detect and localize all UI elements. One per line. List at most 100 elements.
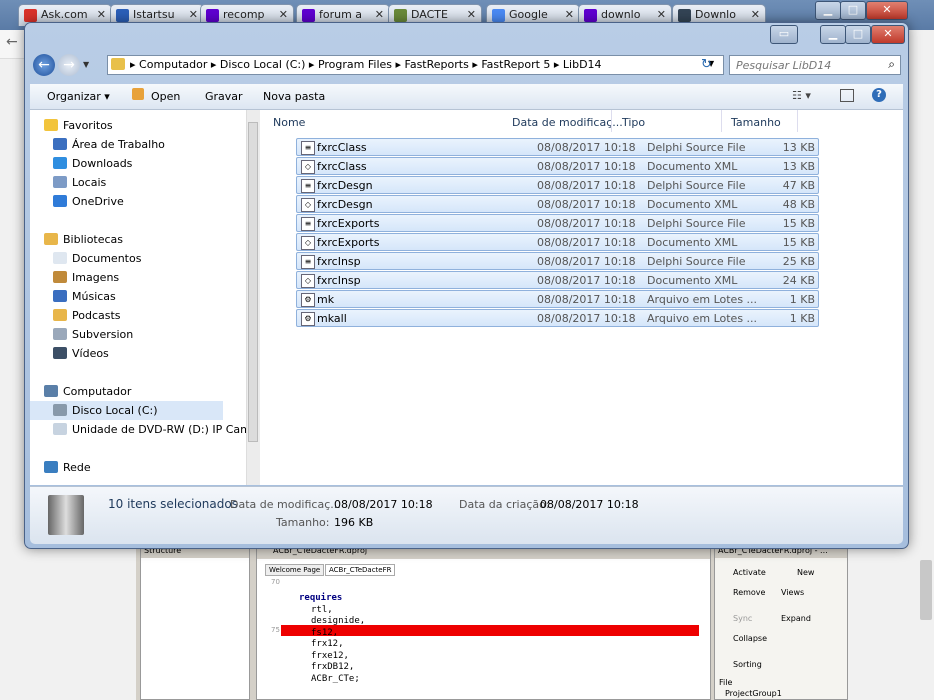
explorer-maximize-button[interactable]: □ bbox=[845, 25, 871, 44]
refresh-icon[interactable]: ↻ bbox=[701, 57, 712, 72]
back-button[interactable]: ← bbox=[33, 54, 55, 76]
browser-maximize-button[interactable]: □ bbox=[840, 1, 866, 20]
file-row[interactable]: ◇ fxrcDesgn 08/08/2017 10:18 Documento XML 4… bbox=[296, 195, 819, 213]
breadcrumb-separator[interactable]: ▸ bbox=[550, 58, 563, 71]
file-row[interactable]: ⚙ mkall 08/08/2017 10:18 Arquivo em Lotes .… bbox=[296, 309, 819, 327]
nav-item-library[interactable]: Podcasts bbox=[53, 306, 121, 325]
nav-item-favorite[interactable]: Downloads bbox=[53, 154, 132, 173]
close-icon[interactable]: ✕ bbox=[467, 8, 476, 21]
expand-button[interactable]: Expand bbox=[781, 614, 811, 623]
browser-minimize-button[interactable]: ▁ bbox=[815, 1, 841, 20]
code-line[interactable]: fs12, bbox=[311, 628, 338, 638]
close-icon[interactable]: ✕ bbox=[565, 8, 574, 21]
organize-button[interactable]: Organizar ▾ bbox=[47, 90, 110, 103]
tab-acbr-ctedactefr[interactable]: ACBr_CTeDacteFR bbox=[325, 564, 396, 576]
code-line[interactable]: frx12, bbox=[311, 639, 344, 649]
new-button[interactable]: New bbox=[797, 568, 814, 577]
column-size[interactable]: Tamanho bbox=[731, 116, 781, 129]
file-row[interactable]: ≡ fxrcClass 08/08/2017 10:18 Delphi Source … bbox=[296, 138, 819, 156]
project-group-item[interactable]: ProjectGroup1 bbox=[725, 689, 782, 698]
views-button[interactable]: Views bbox=[781, 588, 804, 597]
navigation-scrollbar[interactable] bbox=[246, 110, 260, 485]
nav-item-library[interactable]: Músicas bbox=[53, 287, 116, 306]
nav-item-computer[interactable]: Computador bbox=[44, 382, 131, 401]
close-icon[interactable]: ✕ bbox=[279, 8, 288, 21]
code-line[interactable]: requires bbox=[299, 593, 342, 603]
address-bar[interactable]: ▸ Computador ▸ Disco Local (C:) ▸ Progra… bbox=[107, 55, 724, 75]
breadcrumb-separator[interactable]: ▸ bbox=[469, 58, 482, 71]
column-name[interactable]: Nome bbox=[273, 116, 305, 129]
nav-item-library[interactable]: Vídeos bbox=[53, 344, 109, 363]
view-options-icon[interactable]: ☷ ▾ bbox=[792, 89, 811, 102]
breadcrumb-item[interactable]: LibD14 bbox=[563, 58, 602, 71]
file-row[interactable]: ◇ fxrcClass 08/08/2017 10:18 Documento XML 1… bbox=[296, 157, 819, 175]
yahoo-icon bbox=[302, 9, 315, 22]
nav-item-favorite[interactable]: Locais bbox=[53, 173, 106, 192]
explorer-close-button[interactable]: ✕ bbox=[871, 25, 905, 44]
browser-close-button[interactable]: ✕ bbox=[866, 1, 908, 20]
activate-button[interactable]: Activate bbox=[733, 568, 766, 577]
nav-item-favorite[interactable]: OneDrive bbox=[53, 192, 124, 211]
forward-button[interactable]: → bbox=[58, 54, 80, 76]
nav-item-local-disk[interactable]: Disco Local (C:) bbox=[30, 401, 223, 420]
file-row[interactable]: ≡ fxrcExports 08/08/2017 10:18 Delphi Sourc… bbox=[296, 214, 819, 232]
nav-item-network[interactable]: Rede bbox=[44, 458, 91, 477]
tab-welcome-page[interactable]: Welcome Page bbox=[265, 564, 325, 576]
column-type[interactable]: Tipo bbox=[622, 116, 645, 129]
breadcrumb-item[interactable]: FastReport 5 bbox=[481, 58, 550, 71]
collapse-button[interactable]: Collapse bbox=[733, 634, 767, 643]
recent-pages-icon[interactable]: ▼ bbox=[83, 60, 89, 69]
xml-file-icon: ◇ bbox=[301, 274, 315, 288]
file-row[interactable]: ⚙ mk 08/08/2017 10:18 Arquivo em Lotes ... 1… bbox=[296, 290, 819, 308]
column-date[interactable]: Data de modificaç... bbox=[512, 116, 623, 129]
sync-button[interactable]: Sync bbox=[733, 614, 752, 623]
file-row[interactable]: ≡ fxrcInsp 08/08/2017 10:18 Delphi Source F… bbox=[296, 252, 819, 270]
back-icon[interactable]: ← bbox=[6, 34, 18, 50]
nav-item-library[interactable]: Imagens bbox=[53, 268, 119, 287]
breadcrumb-separator[interactable]: ▸ bbox=[305, 58, 318, 71]
burn-button[interactable]: Gravar bbox=[205, 90, 243, 103]
open-button[interactable]: Open bbox=[151, 90, 180, 103]
breadcrumb-separator[interactable]: ▸ bbox=[130, 58, 139, 71]
nav-item-library[interactable]: Documentos bbox=[53, 249, 141, 268]
breadcrumb-item[interactable]: Disco Local (C:) bbox=[220, 58, 306, 71]
code-line[interactable]: rtl, bbox=[311, 605, 333, 615]
breadcrumb-item[interactable]: Program Files bbox=[318, 58, 392, 71]
explorer-minimize-button[interactable]: ▁ bbox=[820, 25, 846, 44]
search-icon[interactable]: ⌕ bbox=[888, 57, 895, 72]
code-line[interactable]: ACBr_CTe; bbox=[311, 674, 360, 684]
navigation-scroll-thumb[interactable] bbox=[248, 122, 258, 442]
file-name: mk bbox=[317, 293, 335, 306]
help-icon[interactable]: ? bbox=[872, 88, 886, 102]
search-input[interactable]: Pesquisar LibD14 ⌕ bbox=[729, 55, 901, 75]
new-folder-button[interactable]: Nova pasta bbox=[263, 90, 325, 103]
close-icon[interactable]: ✕ bbox=[375, 8, 384, 21]
code-line[interactable]: frxe12, bbox=[311, 651, 349, 661]
breadcrumb-separator[interactable]: ▸ bbox=[392, 58, 405, 71]
nav-item-libraries[interactable]: Bibliotecas bbox=[44, 230, 123, 249]
file-row[interactable]: ◇ fxrcInsp 08/08/2017 10:18 Documento XML 24… bbox=[296, 271, 819, 289]
code-line[interactable]: designide, bbox=[311, 616, 365, 626]
nav-item-dvd-drive[interactable]: Unidade de DVD-RW (D:) IP Came bbox=[53, 420, 258, 439]
close-icon[interactable]: ✕ bbox=[189, 8, 198, 21]
nav-item-favorite[interactable]: Área de Trabalho bbox=[53, 135, 165, 154]
preview-pane-icon[interactable] bbox=[840, 89, 854, 102]
close-icon[interactable]: ✕ bbox=[657, 8, 666, 21]
close-icon[interactable]: ✕ bbox=[751, 8, 760, 21]
remove-button[interactable]: Remove bbox=[733, 588, 765, 597]
breadcrumb-separator[interactable]: ▸ bbox=[207, 58, 220, 71]
breadcrumb-item[interactable]: Computador bbox=[139, 58, 207, 71]
nav-item-library[interactable]: Subversion bbox=[53, 325, 133, 344]
file-type: Documento XML bbox=[647, 236, 738, 249]
file-size: 15 KB bbox=[782, 217, 815, 230]
page-scrollbar[interactable] bbox=[920, 560, 932, 620]
explorer-restore-button[interactable]: ▭ bbox=[770, 25, 798, 44]
sorting-button[interactable]: Sorting bbox=[733, 660, 762, 669]
file-row[interactable]: ◇ fxrcExports 08/08/2017 10:18 Documento XM… bbox=[296, 233, 819, 251]
breadcrumb-item[interactable]: FastReports bbox=[405, 58, 469, 71]
file-row[interactable]: ≡ fxrcDesgn 08/08/2017 10:18 Delphi Source … bbox=[296, 176, 819, 194]
code-line[interactable]: frxDB12, bbox=[311, 662, 354, 672]
nav-item-favorites[interactable]: Favoritos bbox=[44, 116, 113, 135]
close-icon[interactable]: ✕ bbox=[97, 8, 106, 21]
nav-item-label: OneDrive bbox=[72, 195, 124, 208]
